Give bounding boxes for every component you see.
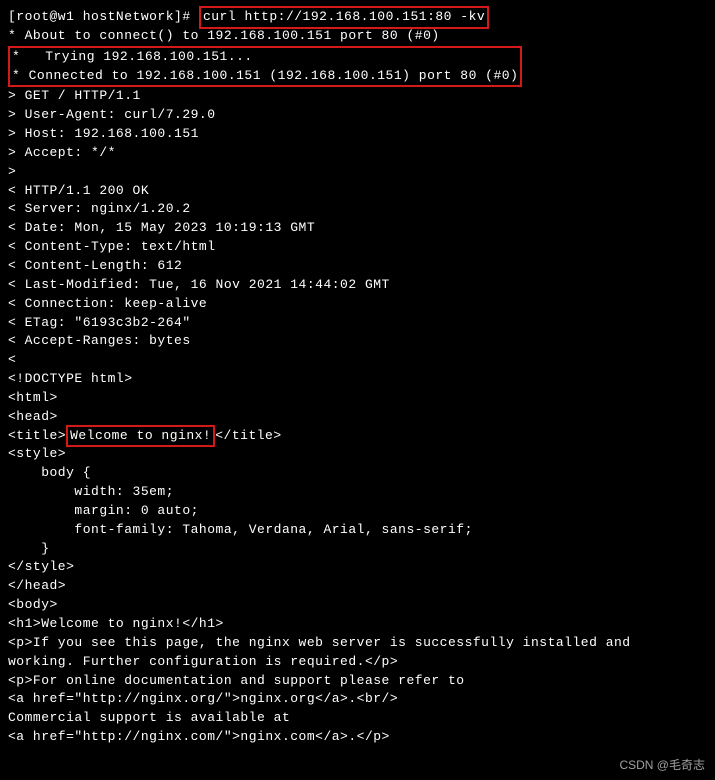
connection-highlight-box: * Trying 192.168.100.151... * Connected … — [8, 46, 522, 88]
output-line: <!DOCTYPE html> — [8, 370, 707, 389]
output-line: font-family: Tahoma, Verdana, Arial, san… — [8, 521, 707, 540]
output-line: < Content-Length: 612 — [8, 257, 707, 276]
watermark: CSDN @毛奇志 — [619, 757, 705, 774]
output-line: < Connection: keep-alive — [8, 295, 707, 314]
terminal-output: [root@w1 hostNetwork]# curl http://192.1… — [8, 8, 707, 747]
output-line: margin: 0 auto; — [8, 502, 707, 521]
output-line: * Connected to 192.168.100.151 (192.168.… — [12, 67, 518, 86]
output-line: < Content-Type: text/html — [8, 238, 707, 257]
output-line: > User-Agent: curl/7.29.0 — [8, 106, 707, 125]
title-line: <title>Welcome to nginx!</title> — [8, 427, 707, 446]
output-line: </head> — [8, 577, 707, 596]
output-line: <a href="http://nginx.org/">nginx.org</a… — [8, 690, 707, 709]
output-line: body { — [8, 464, 707, 483]
output-line: <p>If you see this page, the nginx web s… — [8, 634, 707, 653]
output-line: < ETag: "6193c3b2-264" — [8, 314, 707, 333]
title-tag-close: </title> — [215, 427, 281, 446]
output-line: > GET / HTTP/1.1 — [8, 87, 707, 106]
output-line: < Last-Modified: Tue, 16 Nov 2021 14:44:… — [8, 276, 707, 295]
title-tag-open: <title> — [8, 427, 66, 446]
shell-prompt: [root@w1 hostNetwork]# — [8, 8, 199, 27]
output-line: < Date: Mon, 15 May 2023 10:19:13 GMT — [8, 219, 707, 238]
output-line: <h1>Welcome to nginx!</h1> — [8, 615, 707, 634]
output-line: <style> — [8, 445, 707, 464]
output-line: * About to connect() to 192.168.100.151 … — [8, 27, 707, 46]
output-line: } — [8, 540, 707, 559]
output-line: <p>For online documentation and support … — [8, 672, 707, 691]
output-line: </style> — [8, 558, 707, 577]
output-line: < — [8, 351, 707, 370]
output-line: * Trying 192.168.100.151... — [12, 48, 518, 67]
nginx-title-highlight: Welcome to nginx! — [66, 425, 215, 448]
curl-command-highlight: curl http://192.168.100.151:80 -kv — [199, 6, 489, 29]
command-line: [root@w1 hostNetwork]# curl http://192.1… — [8, 8, 707, 27]
output-line: < HTTP/1.1 200 OK — [8, 182, 707, 201]
output-line: <body> — [8, 596, 707, 615]
output-line: > Accept: */* — [8, 144, 707, 163]
output-line: < Server: nginx/1.20.2 — [8, 200, 707, 219]
output-line: width: 35em; — [8, 483, 707, 502]
output-line: > — [8, 163, 707, 182]
output-line: working. Further configuration is requir… — [8, 653, 707, 672]
output-line: <html> — [8, 389, 707, 408]
output-line: > Host: 192.168.100.151 — [8, 125, 707, 144]
output-line: Commercial support is available at — [8, 709, 707, 728]
output-line: < Accept-Ranges: bytes — [8, 332, 707, 351]
output-line: <a href="http://nginx.com/">nginx.com</a… — [8, 728, 707, 747]
